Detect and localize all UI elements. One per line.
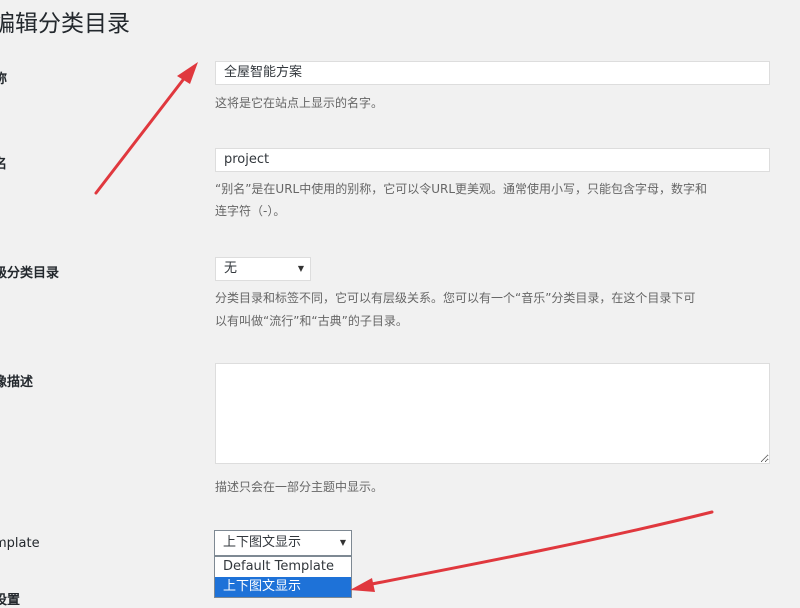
slug-label: 名 bbox=[0, 157, 8, 172]
name-label: 称 bbox=[0, 72, 8, 87]
parent-description-line1: 分类目录和标签不同，它可以有层级关系。您可以有一个“音乐”分类目录，在这个目录下… bbox=[215, 291, 696, 305]
slug-description-line2: 连字符（-）。 bbox=[215, 204, 286, 218]
name-input[interactable]: 全屋智能方案 bbox=[215, 61, 770, 85]
description-label: 像描述 bbox=[0, 375, 34, 390]
parent-select[interactable]: 无 ▼ bbox=[215, 257, 311, 281]
template-label: mplate bbox=[0, 536, 40, 551]
slug-input[interactable]: project bbox=[215, 148, 770, 172]
chevron-down-icon: ▼ bbox=[297, 264, 304, 273]
slug-description-line1: “别名”是在URL中使用的别称，它可以令URL更美观。通常使用小写，只能包含字母… bbox=[215, 182, 708, 196]
annotation-arrow-name bbox=[94, 62, 198, 195]
annotation-arrow-template bbox=[350, 510, 714, 592]
parent-select-value: 无 bbox=[224, 261, 238, 276]
template-dropdown: Default Template 上下图文显示 bbox=[214, 556, 352, 598]
settings-label: 设置 bbox=[0, 593, 21, 608]
chevron-down-icon: ▼ bbox=[339, 538, 346, 547]
template-select-value: 上下图文显示 bbox=[223, 535, 302, 550]
parent-description-line2: 以有叫做“流行”和“古典”的子目录。 bbox=[215, 314, 408, 328]
name-description: 这将是它在站点上显示的名字。 bbox=[215, 96, 384, 110]
template-select[interactable]: 上下图文显示 ▼ bbox=[214, 530, 352, 556]
parent-label: 级分类目录 bbox=[0, 266, 60, 281]
description-help: 描述只会在一部分主题中显示。 bbox=[215, 480, 384, 494]
description-textarea[interactable] bbox=[215, 363, 770, 464]
page-title: 编辑分类目录 bbox=[0, 11, 130, 37]
template-option-default[interactable]: Default Template bbox=[215, 557, 351, 577]
template-option-topbottom[interactable]: 上下图文显示 bbox=[215, 577, 351, 597]
